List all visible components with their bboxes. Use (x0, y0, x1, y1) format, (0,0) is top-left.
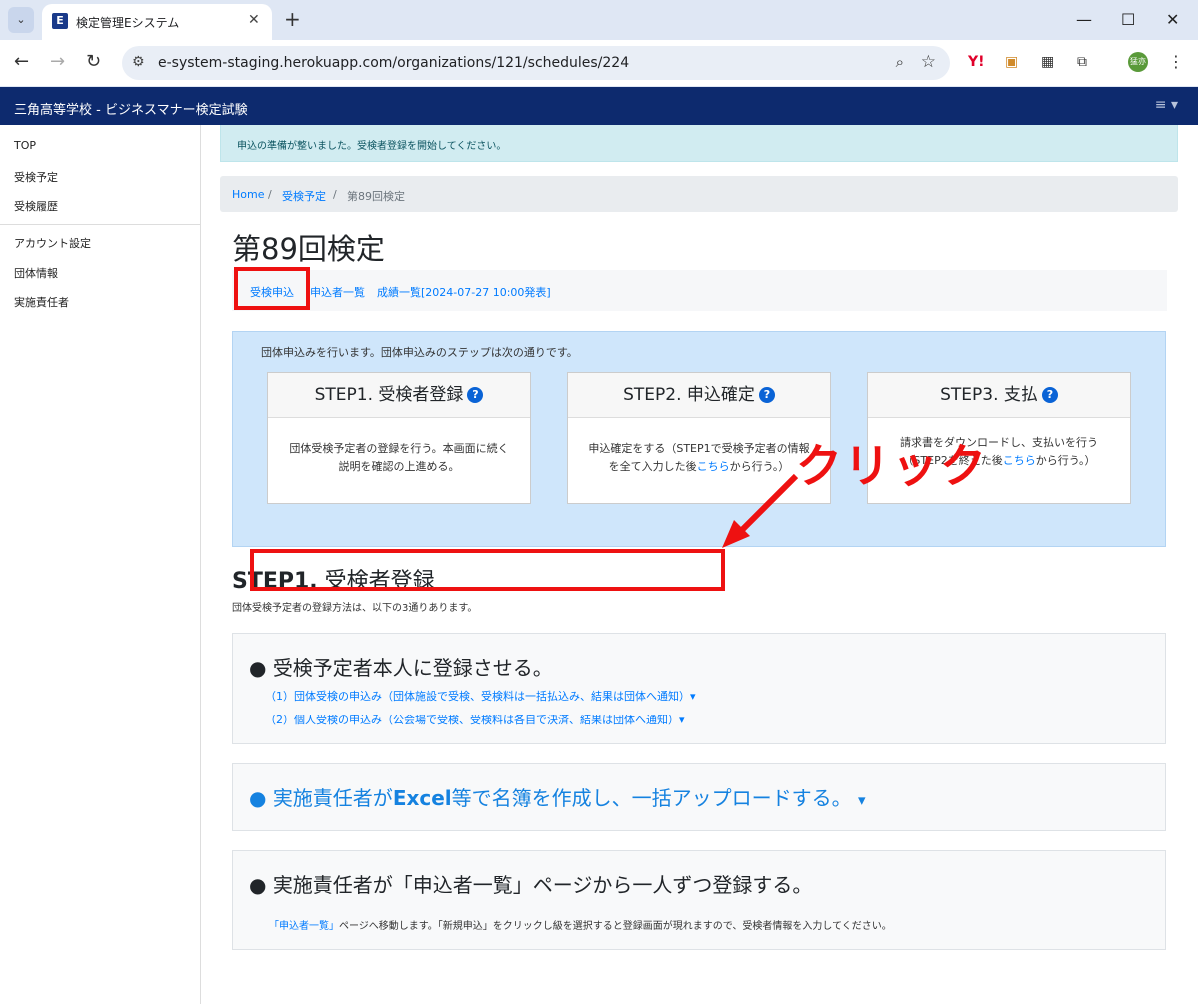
qr-extension-icon[interactable]: ▦ (1041, 54, 1054, 70)
sidebar-item-proctor[interactable]: 実施責任者 (14, 294, 69, 310)
step3-card-header: STEP3. 支払? (868, 373, 1130, 418)
option2-title-pre: 実施責任者が (272, 786, 393, 810)
tab-title: 検定管理Eシステム (76, 16, 180, 30)
step1-line2: 説明を確認の上進める。 (338, 460, 460, 473)
option3-box: ● 実施責任者が「申込者一覧」ページから一人ずつ登録する。 「申込者一覧」ページ… (232, 850, 1166, 950)
app-brand[interactable]: 三角高等学校 - ビジネスマナー検定試験 (14, 99, 248, 118)
url-text[interactable]: e-system-staging.herokuapp.com/organizat… (158, 55, 629, 71)
back-icon[interactable]: ← (14, 52, 29, 72)
favicon-icon: E (52, 13, 68, 29)
option1-individual-apply-toggle[interactable]: （2）個人受検の申込み（公会場で受検、受検料は各自で決済、結果は団体へ通知）▾ (265, 715, 685, 727)
profile-avatar[interactable]: 猛亦 (1128, 52, 1148, 72)
cast-extension-icon[interactable]: ▣ (1005, 54, 1018, 70)
step1-card: STEP1. 受検者登録? 団体受検予定者の登録を行う。本画面に続く 説明を確認… (267, 372, 531, 504)
step1-card-title: STEP1. 受検者登録 (314, 385, 464, 405)
option3-note-text: ページへ移動します。「新規申込」をクリックし級を選択すると登録画面が現れますので… (339, 921, 892, 932)
navbar-menu-icon[interactable]: ≡ ▾ (1155, 97, 1178, 113)
close-tab-icon[interactable]: ✕ (248, 12, 260, 28)
reload-icon[interactable]: ↻ (86, 52, 101, 72)
browser-toolbar: ← → ↻ ⚙ e-system-staging.herokuapp.com/o… (0, 40, 1198, 86)
sidebar-item-top[interactable]: TOP (14, 139, 36, 152)
step2-card-body: 申込確定をする（STEP1で受検予定者の情報 を全て入力した後こちらから行う。） (568, 418, 830, 476)
tab-strip: ⌄ E 検定管理Eシステム ✕ + — ☐ ✕ (0, 0, 1198, 40)
step1-card-header: STEP1. 受検者登録? (268, 373, 530, 418)
help-icon[interactable]: ? (467, 387, 484, 403)
app-navbar: 三角高等学校 - ビジネスマナー検定試験 ≡ ▾ (0, 87, 1198, 125)
steps-panel: 団体申込みを行います。団体申込みのステップは次の通りです。 STEP1. 受検者… (232, 331, 1166, 547)
address-bar[interactable]: ⚙ e-system-staging.herokuapp.com/organiz… (122, 46, 950, 80)
schedule-subnav: 受検申込 申込者一覧 成績一覧[2024-07-27 10:00発表] (232, 270, 1167, 311)
extensions-puzzle-icon[interactable]: ⧉ (1077, 54, 1087, 70)
help-icon[interactable]: ? (758, 387, 775, 403)
browser-menu-icon[interactable]: ⋮ (1168, 52, 1184, 71)
sidebar-divider (0, 224, 200, 225)
site-info-icon[interactable]: ⚙ (132, 54, 145, 70)
forward-icon[interactable]: → (50, 52, 65, 72)
sidebar: TOP 受検予定 受検履歴 アカウント設定 団体情報 実施責任者 (0, 125, 201, 1004)
breadcrumb-home[interactable]: Home (232, 188, 264, 201)
zoom-icon[interactable]: ⌕ (896, 53, 904, 71)
click-annotation-label: クリック (796, 439, 988, 493)
step2-card-header: STEP2. 申込確定? (568, 373, 830, 418)
option1-title-text: 受検予定者本人に登録させる。 (272, 656, 553, 680)
step1-card-body: 団体受検予定者の登録を行う。本画面に続く 説明を確認の上進める。 (268, 418, 530, 476)
tab-applicants[interactable]: 申込者一覧 (310, 284, 365, 300)
tab-search-button[interactable]: ⌄ (8, 7, 34, 33)
step2-line2-pre: を全て入力した後 (608, 460, 697, 473)
close-window-icon[interactable]: ✕ (1166, 10, 1179, 29)
step2-line1: 申込確定をする（STEP1で受検予定者の情報 (588, 442, 810, 455)
option1-box: ● 受検予定者本人に登録させる。 （1）団体受検の申込み（団体施設で受検、受検料… (232, 633, 1166, 744)
bookmark-star-icon[interactable]: ☆ (921, 52, 936, 72)
sidebar-item-organization[interactable]: 団体情報 (14, 265, 58, 281)
tab-results[interactable]: 成績一覧[2024-07-27 10:00発表] (377, 284, 551, 300)
option2-title[interactable]: ● 実施責任者がExcel等で名簿を作成し、一括アップロードする。 ▾ (249, 782, 866, 811)
option3-note: 「申込者一覧」ページへ移動します。「新規申込」をクリックし級を選択すると登録画面… (269, 917, 892, 932)
yahoo-extension-icon[interactable]: Y! (968, 54, 985, 70)
new-tab-icon[interactable]: + (284, 8, 301, 30)
sidebar-item-schedule[interactable]: 受検予定 (14, 169, 58, 185)
step3-card-title: STEP3. 支払 (940, 385, 1038, 405)
breadcrumb-schedule[interactable]: 受検予定 (282, 188, 326, 204)
highlight-box-group-apply (250, 549, 725, 591)
step2-card-title: STEP2. 申込確定 (623, 385, 755, 405)
option1-title: ● 受検予定者本人に登録させる。 (249, 656, 553, 680)
option3-title: ● 実施責任者が「申込者一覧」ページから一人ずつ登録する。 (249, 873, 813, 897)
info-alert: 申込の準備が整いました。受検者登録を開始してください。 (220, 125, 1178, 162)
option1-group-apply-toggle[interactable]: （1）団体受検の申込み（団体施設で受検、受検料は一括払込み、結果は団体へ通知）▾ (265, 688, 696, 704)
step3-here-link[interactable]: こちら (1003, 454, 1036, 467)
sidebar-item-account[interactable]: アカウント設定 (14, 235, 91, 251)
applicants-list-link[interactable]: 「申込者一覧」 (269, 921, 339, 932)
breadcrumb-current: 第89回検定 (347, 190, 405, 203)
sidebar-item-history[interactable]: 受検履歴 (14, 198, 58, 214)
alert-text: 申込の準備が整いました。受検者登録を開始してください。 (237, 141, 507, 152)
steps-intro: 団体申込みを行います。団体申込みのステップは次の通りです。 (261, 346, 578, 359)
breadcrumb: Home / 受検予定 / 第89回検定 (220, 176, 1178, 212)
minimize-icon[interactable]: — (1076, 10, 1092, 29)
option2-box[interactable]: ● 実施責任者がExcel等で名簿を作成し、一括アップロードする。 ▾ (232, 763, 1166, 831)
page-title: 第89回検定 (232, 232, 385, 266)
browser-tab[interactable]: E 検定管理Eシステム ✕ (42, 4, 272, 40)
step1-lead: 団体受検予定者の登録方法は、以下の3通りあります。 (232, 603, 478, 614)
highlight-box-apply (234, 267, 310, 310)
breadcrumb-separator: / (333, 188, 337, 201)
breadcrumb-separator: / (268, 188, 272, 201)
step3-line2-post: から行う。） (1035, 454, 1096, 467)
option2-title-post: 等で名簿を作成し、一括アップロードする。 (451, 786, 852, 810)
help-icon[interactable]: ? (1041, 387, 1058, 403)
annotation-arrow-icon (722, 473, 799, 548)
chevron-down-icon[interactable]: ▾ (858, 791, 866, 809)
maximize-icon[interactable]: ☐ (1121, 10, 1135, 29)
step1-line1: 団体受検予定者の登録を行う。本画面に続く (289, 442, 509, 455)
browser-window: ⌄ E 検定管理Eシステム ✕ + — ☐ ✕ ← → ↻ ⚙ e-system… (0, 0, 1198, 1004)
option3-title-text: 実施責任者が「申込者一覧」ページから一人ずつ登録する。 (272, 873, 813, 897)
option2-title-bold: Excel (392, 786, 452, 810)
